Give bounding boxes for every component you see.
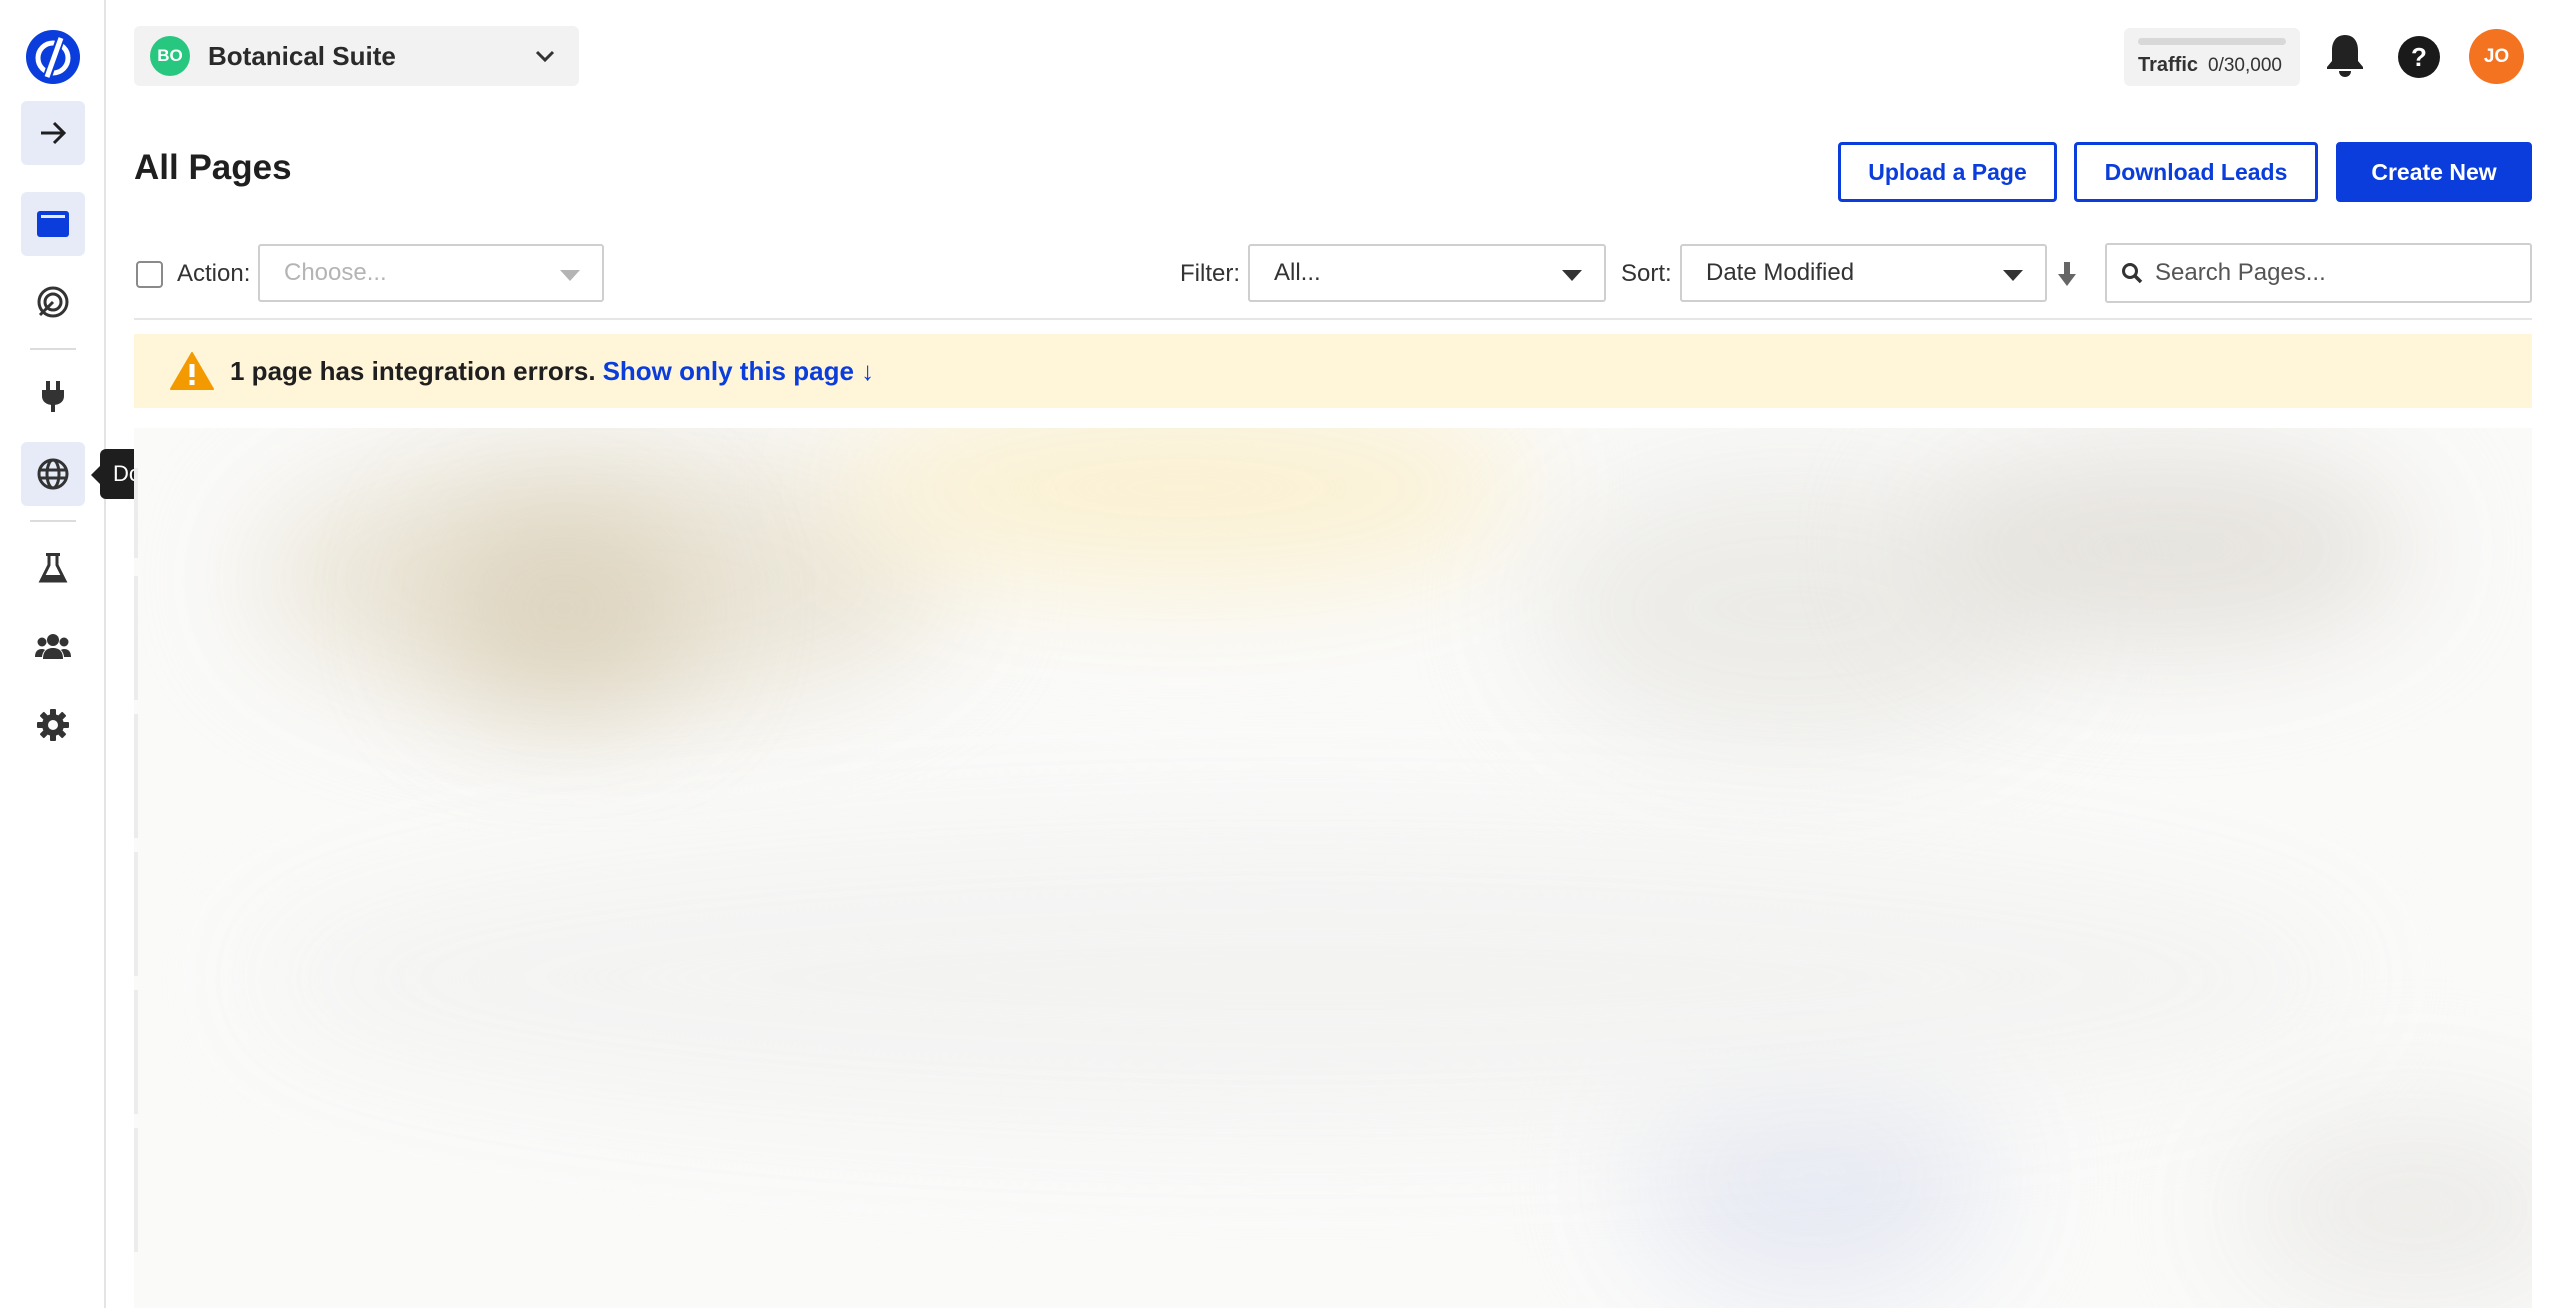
nav-pages[interactable] <box>21 192 85 256</box>
flask-icon <box>38 553 68 583</box>
action-label: Action: <box>177 260 251 287</box>
caret-down-icon <box>1562 270 1582 281</box>
sort-select-value: Date Modified <box>1706 259 1855 286</box>
rail-divider <box>30 348 76 350</box>
nav-team[interactable] <box>21 614 85 678</box>
row-edge <box>134 990 138 1114</box>
traffic-value: 0/30,000 <box>2208 55 2282 76</box>
select-all-checkbox[interactable] <box>136 261 163 288</box>
row-edge <box>134 1128 138 1252</box>
left-nav-rail <box>0 0 106 1308</box>
gear-icon <box>37 709 69 741</box>
integration-error-alert: 1 page has integration errors. Show only… <box>134 334 2532 408</box>
nav-conversions[interactable] <box>21 270 85 334</box>
row-edge <box>134 576 138 700</box>
traffic-label: Traffic <box>2138 54 2199 76</box>
sort-label: Sort: <box>1621 260 1672 287</box>
nav-integrations[interactable] <box>21 364 85 428</box>
help-icon[interactable]: ? <box>2397 35 2441 79</box>
search-input[interactable] <box>2153 258 2513 288</box>
filter-select[interactable]: All... <box>1248 244 1606 302</box>
download-leads-button[interactable]: Download Leads <box>2074 142 2318 202</box>
row-edge <box>134 714 138 838</box>
users-icon <box>35 634 71 659</box>
sort-direction-icon[interactable] <box>2057 261 2077 287</box>
workspace-switcher[interactable]: BO Botanical Suite <box>134 26 579 86</box>
sort-select[interactable]: Date Modified <box>1680 244 2047 302</box>
alert-message: 1 page has integration errors. <box>230 355 596 386</box>
bell-icon[interactable] <box>2325 32 2365 78</box>
nav-settings[interactable] <box>21 693 85 757</box>
page-title: All Pages <box>134 148 292 187</box>
show-only-this-page-link[interactable]: Show only this page ↓ <box>603 356 875 387</box>
filter-label: Filter: <box>1180 260 1240 287</box>
rail-divider <box>30 520 76 522</box>
blurred-region <box>1914 448 2414 648</box>
chevron-down-icon <box>535 50 555 63</box>
user-avatar[interactable]: JO <box>2469 29 2524 84</box>
blurred-region <box>2234 1108 2532 1308</box>
globe-icon <box>37 458 69 490</box>
nav-domains[interactable] <box>21 442 85 506</box>
create-new-button[interactable]: Create New <box>2336 142 2532 202</box>
unbounce-logo-icon[interactable] <box>25 29 81 85</box>
upload-page-button[interactable]: Upload a Page <box>1838 142 2057 202</box>
workspace-name: Botanical Suite <box>208 40 396 71</box>
svg-text:?: ? <box>2411 42 2427 72</box>
action-select-value: Choose... <box>284 259 387 286</box>
action-select[interactable]: Choose... <box>258 244 604 302</box>
filter-select-value: All... <box>1274 259 1321 286</box>
caret-down-icon <box>2003 270 2023 281</box>
traffic-meter[interactable]: Traffic 0/30,000 <box>2124 28 2300 86</box>
pages-icon <box>37 211 69 237</box>
warning-icon <box>170 352 214 390</box>
search-box[interactable] <box>2105 243 2532 303</box>
arrow-right-icon <box>41 121 67 145</box>
target-icon <box>37 286 69 318</box>
search-icon <box>2122 263 2143 284</box>
pages-list-blurred <box>134 428 2532 1308</box>
collapse-nav-button[interactable] <box>21 101 85 165</box>
row-edge <box>134 468 138 558</box>
blurred-region <box>254 828 2354 1128</box>
plug-icon <box>42 381 64 412</box>
traffic-progress-bar <box>2138 38 2286 45</box>
nav-experiments[interactable] <box>21 536 85 600</box>
row-edge <box>134 852 138 976</box>
blurred-region <box>434 508 694 708</box>
workspace-badge: BO <box>150 36 190 76</box>
toolbar-divider <box>134 318 2532 320</box>
caret-down-icon <box>560 270 580 281</box>
